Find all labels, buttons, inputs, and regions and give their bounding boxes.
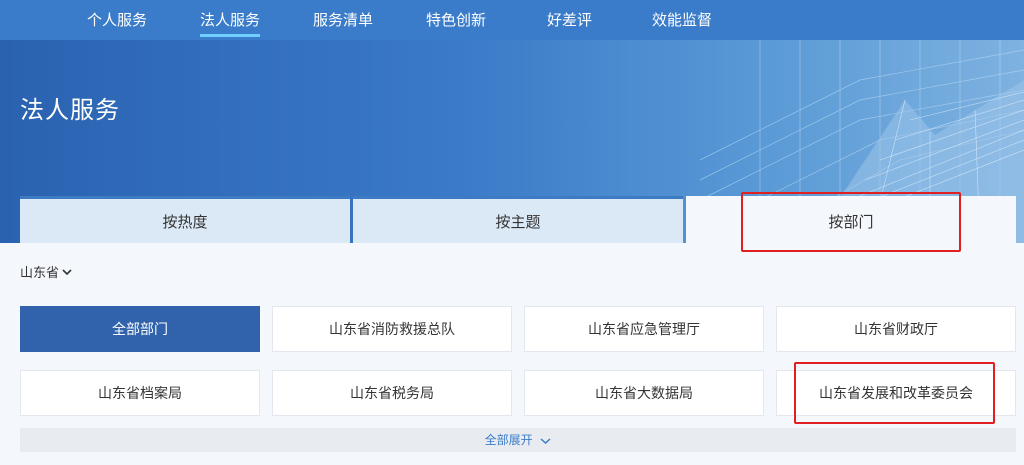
region-label: 山东省 <box>20 266 60 281</box>
nav-item-personal[interactable]: 个人服务 <box>87 0 147 40</box>
nav-item-supervision[interactable]: 效能监督 <box>652 0 712 40</box>
top-navigation: 个人服务 法人服务 服务清单 特色创新 好差评 效能监督 <box>0 0 1024 40</box>
dept-archives[interactable]: 山东省档案局 <box>20 370 260 416</box>
expand-all-button[interactable]: 全部展开 <box>20 428 1016 452</box>
dept-big-data[interactable]: 山东省大数据局 <box>524 370 764 416</box>
dept-finance[interactable]: 山东省财政厅 <box>776 306 1016 352</box>
dept-fire-rescue[interactable]: 山东省消防救援总队 <box>272 306 512 352</box>
nav-item-innovation[interactable]: 特色创新 <box>426 0 486 40</box>
dept-taxation[interactable]: 山东省税务局 <box>272 370 512 416</box>
dept-development-reform[interactable]: 山东省发展和改革委员会 <box>776 370 1016 416</box>
tab-by-popularity[interactable]: 按热度 <box>20 196 350 243</box>
chevron-down-icon <box>62 268 72 275</box>
nav-item-service-list[interactable]: 服务清单 <box>313 0 373 40</box>
nav-item-rating[interactable]: 好差评 <box>547 0 592 40</box>
page-title: 法人服务 <box>20 96 120 124</box>
expand-all-label: 全部展开 <box>484 433 533 447</box>
chevron-down-icon <box>540 437 551 444</box>
dept-all[interactable]: 全部部门 <box>20 306 260 352</box>
region-selector[interactable]: 山东省 <box>20 262 72 281</box>
tab-by-department[interactable]: 按部门 <box>686 196 1016 243</box>
tab-by-topic[interactable]: 按主题 <box>353 196 683 243</box>
dept-emergency-management[interactable]: 山东省应急管理厅 <box>524 306 764 352</box>
nav-item-corporate[interactable]: 法人服务 <box>200 0 261 40</box>
